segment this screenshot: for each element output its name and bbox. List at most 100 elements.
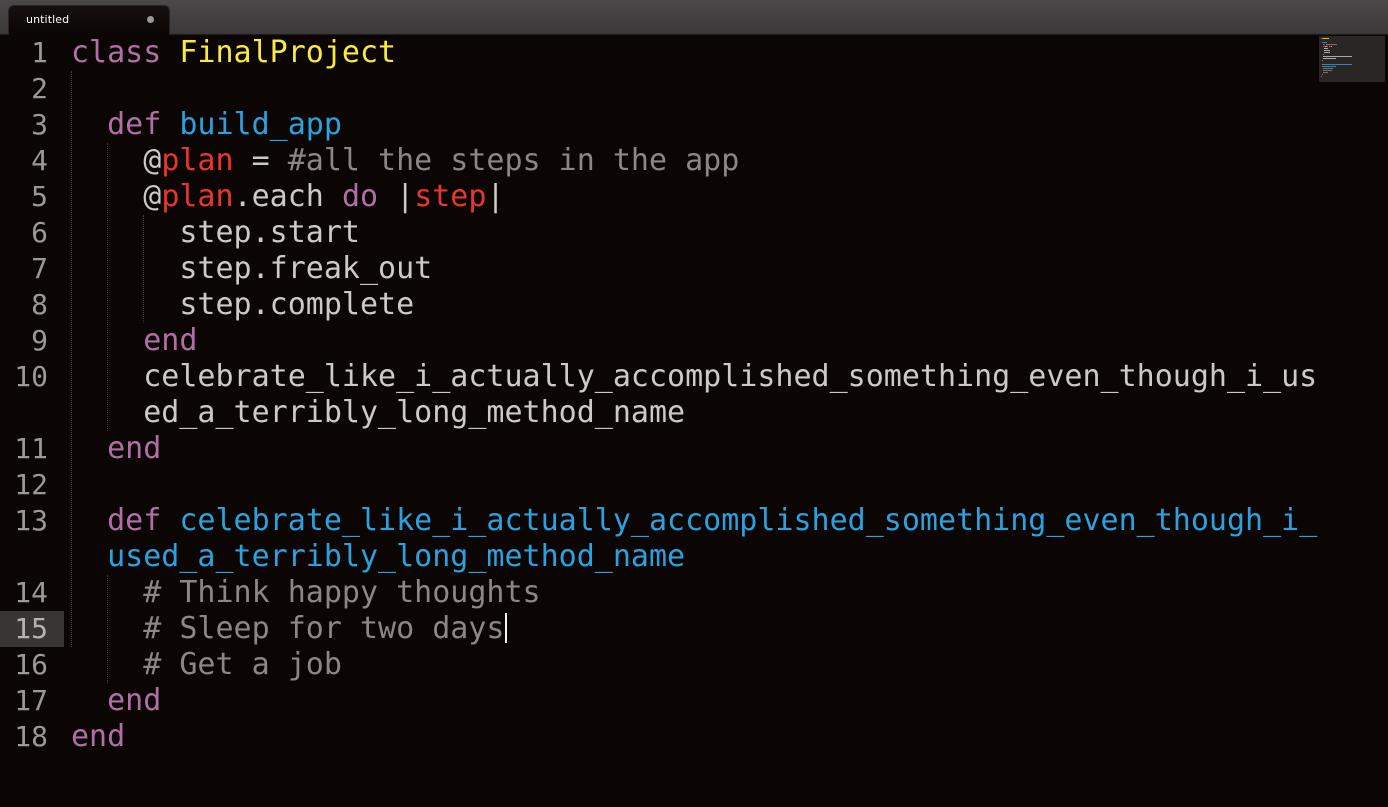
code-line[interactable]: ed_a_terribly_long_method_name [0,395,1320,431]
line-gutter[interactable]: 9 [0,323,64,359]
minimap-line [1323,48,1329,49]
line-gutter[interactable]: 15 [0,611,64,647]
minimap-line [1321,66,1337,67]
indent-guide [107,143,109,431]
code-editor[interactable]: 1 class FinalProject 2 3 def build_app 4 @pl… [0,35,1388,807]
minimap-line [1322,58,1337,59]
line-gutter[interactable]: 6 [0,215,64,251]
code-token: #all the steps in the app [287,143,740,178]
line-number: 3 [31,108,48,141]
code-line[interactable]: 13 def celebrate_like_i_actually_accompl… [0,503,1320,539]
indent-guide [107,575,109,683]
code-line[interactable]: 5 @plan.each do |step| [0,179,1320,215]
code-token: # Think happy thoughts [71,575,541,610]
line-gutter[interactable]: 10 [0,359,64,395]
minimap-line [1325,44,1338,45]
line-gutter[interactable]: 14 [0,575,64,611]
code-text: def celebrate_like_i_actually_accomplish… [71,503,1317,539]
line-gutter[interactable]: 17 [0,683,64,719]
code-text: # Get a job [71,647,342,683]
line-gutter[interactable]: 7 [0,251,64,287]
code-line[interactable]: 10 celebrate_like_i_actually_accomplishe… [0,359,1320,395]
minimap-line [1322,72,1328,73]
tab-untitled[interactable]: untitled [8,5,170,35]
line-number: 11 [14,432,48,465]
code-token: do [341,179,379,214]
line-number: 5 [31,180,48,213]
code-token: step [414,179,487,214]
line-gutter[interactable]: 11 [0,431,64,467]
code-line[interactable]: 17 end [0,683,1320,719]
line-gutter[interactable]: 1 [0,35,64,71]
code-line[interactable]: 1 class FinalProject [0,35,1320,71]
code-line[interactable]: 16 # Get a job [0,647,1320,683]
code-token: @ [71,143,162,178]
code-token: end [71,683,162,718]
line-number: 4 [31,144,48,177]
code-token: FinalProject [179,35,397,70]
line-gutter[interactable]: 13 [0,503,64,539]
line-number: 8 [31,288,48,321]
line-gutter[interactable]: 16 [0,647,64,683]
code-line[interactable]: 11 end [0,431,1320,467]
code-text: end [71,719,125,755]
code-line[interactable]: used_a_terribly_long_method_name [0,539,1320,575]
code-token: celebrate_like_i_actually_accomplished_s… [71,359,1318,394]
code-text: end [71,683,161,719]
line-gutter[interactable]: 4 [0,143,64,179]
code-line[interactable]: 15 # Sleep for two days [0,611,1320,647]
tab-bar: untitled [0,0,1388,35]
code-line[interactable]: 4 @plan = #all the steps in the app [0,143,1320,179]
code-text: class FinalProject [71,35,396,71]
code-token: end [71,431,162,466]
indent-guide [71,71,72,647]
code-line[interactable]: 7 step.freak_out [0,251,1320,287]
line-gutter[interactable]: 18 [0,719,64,755]
code-text: step.start [71,215,360,251]
line-gutter[interactable]: 5 [0,179,64,215]
line-gutter[interactable] [0,539,64,575]
code-text: end [71,431,161,467]
code-text: @plan.each do |step| [71,179,505,215]
line-number: 7 [31,252,48,285]
line-number: 18 [14,720,48,753]
code-text: @plan = #all the steps in the app [71,143,739,179]
code-token: @ [71,179,162,214]
minimap[interactable] [1319,36,1385,82]
code-line[interactable]: 6 step.start [0,215,1320,251]
line-gutter[interactable]: 8 [0,287,64,323]
code-line[interactable]: 12 [0,467,1320,503]
line-number: 15 [14,612,48,645]
code-line[interactable]: 18 end [0,719,1320,755]
code-text: ed_a_terribly_long_method_name [71,395,685,431]
code-text: end [71,323,197,359]
line-gutter[interactable] [0,395,64,431]
code-token: def [71,107,180,142]
minimap-line [1323,38,1329,39]
minimap-line [1323,52,1330,53]
line-gutter[interactable]: 2 [0,71,64,107]
code-text: # Sleep for two days [71,611,508,647]
line-number: 2 [31,72,48,105]
code-token: .each [233,179,342,214]
code-token: # Get a job [71,647,342,682]
code-line[interactable]: 3 def build_app [0,107,1320,143]
tab-title: untitled [26,13,70,26]
minimap-line [1323,42,1328,43]
code-line[interactable]: 9 end [0,323,1320,359]
code-token: class [71,35,180,70]
line-gutter[interactable]: 12 [0,467,64,503]
code-line[interactable]: 8 step.complete [0,287,1320,323]
line-number: 14 [14,576,48,609]
unsaved-dot-icon[interactable] [147,16,154,23]
code-line[interactable]: 14 # Think happy thoughts [0,575,1320,611]
line-number: 10 [14,360,48,393]
line-number: 13 [14,504,48,537]
code-line[interactable]: 2 [0,71,1320,107]
code-token: plan [161,179,234,214]
line-gutter[interactable]: 3 [0,107,64,143]
code-token: | [486,179,505,214]
code-token: = [233,143,288,178]
minimap-line [1322,68,1333,69]
minimap-line [1321,74,1324,75]
